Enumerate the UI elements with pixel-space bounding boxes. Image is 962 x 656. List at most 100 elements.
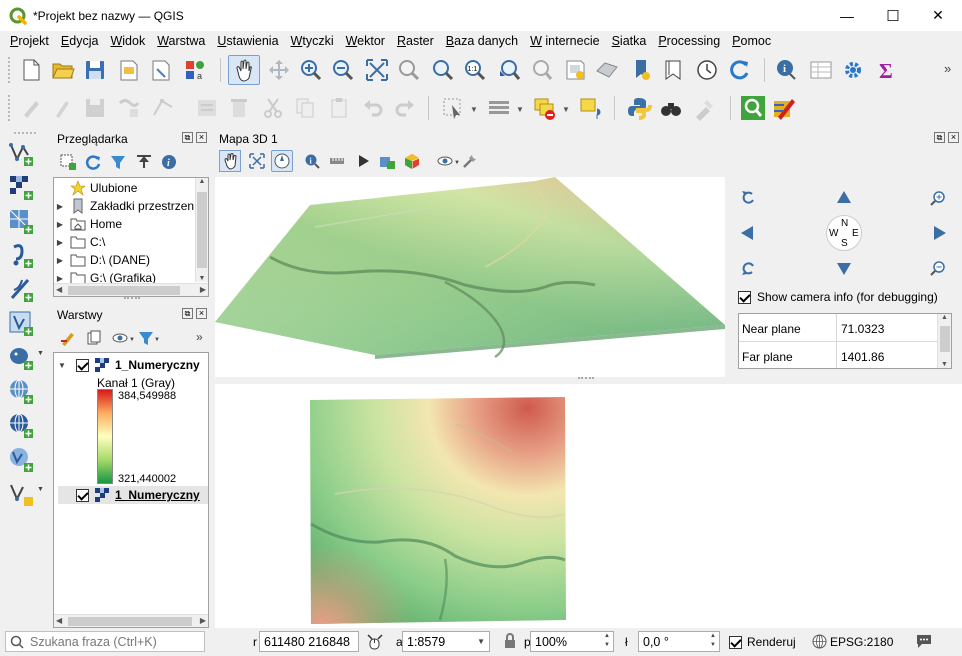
deselect-features-icon[interactable] xyxy=(532,95,558,121)
add-postgis-layer-icon[interactable] xyxy=(8,344,34,370)
browser-hscrollbar[interactable]: ◀ ▶ xyxy=(54,283,208,296)
menu-wektor[interactable]: Wektor xyxy=(340,34,391,48)
render-toggle[interactable]: Renderuj xyxy=(729,635,796,649)
add-wms-layer-icon[interactable] xyxy=(8,378,34,404)
camera-info-scrollbar[interactable]: ▲ ▼ xyxy=(937,314,951,368)
add-selected-layers-icon[interactable] xyxy=(60,154,76,170)
map-canvas[interactable] xyxy=(215,384,962,628)
show-camera-info-toggle[interactable]: Show camera info (for debugging) xyxy=(738,290,938,304)
save-as-image-icon[interactable] xyxy=(379,153,395,169)
zoom-in-icon[interactable] xyxy=(298,57,324,83)
identify-features-icon[interactable]: i xyxy=(774,57,800,83)
add-wcs-layer-icon[interactable] xyxy=(8,446,34,472)
zoom-last-icon[interactable] xyxy=(496,57,522,83)
open-layer-styling-icon[interactable] xyxy=(60,330,76,346)
properties-info-icon[interactable]: i xyxy=(161,154,177,170)
manage-map-themes-icon[interactable] xyxy=(112,330,128,346)
magnifier-spinbox[interactable]: 100% ▲ ▼ xyxy=(530,631,614,652)
menu-pomoc[interactable]: Pomoc xyxy=(726,34,777,48)
minimize-button[interactable]: — xyxy=(824,0,870,31)
menu-siatka[interactable]: Siatka xyxy=(606,34,653,48)
current-edits-icon[interactable] xyxy=(18,95,44,121)
delete-selected-icon[interactable] xyxy=(226,95,252,121)
copy-features-icon[interactable] xyxy=(292,95,318,121)
toolbar-overflow-icon[interactable]: » xyxy=(944,61,951,76)
zoom-to-selection-icon[interactable] xyxy=(396,57,422,83)
identify-3d-icon[interactable]: i xyxy=(304,153,320,169)
add-gpx-layer-icon[interactable] xyxy=(8,276,34,302)
browser-item-c-drive[interactable]: ▶ C:\ xyxy=(54,233,105,251)
zoom-in-3d-icon[interactable] xyxy=(930,190,946,206)
map3d-camera-control-tool[interactable] xyxy=(271,150,293,172)
map-themes-3d-icon[interactable] xyxy=(437,153,453,169)
layers-toolbar-overflow-icon[interactable]: » xyxy=(196,330,203,344)
zoom-full-3d-icon[interactable] xyxy=(249,153,265,169)
rotate-right-icon[interactable] xyxy=(740,260,756,276)
new-print-layout-icon[interactable] xyxy=(116,57,142,83)
open-project-icon[interactable] xyxy=(50,57,76,83)
new-spatial-bookmark-icon[interactable] xyxy=(562,57,588,83)
locator-search-icon[interactable] xyxy=(740,95,766,121)
browser-item-d-drive[interactable]: ▶ D:\ (DANE) xyxy=(54,251,150,269)
browser-vscrollbar[interactable]: ▲ ▼ xyxy=(195,178,208,282)
select-by-location-icon[interactable] xyxy=(578,95,604,121)
locator-search-input[interactable]: Szukana fraza (Ctrl+K) xyxy=(5,631,205,652)
zoom-full-icon[interactable] xyxy=(364,57,390,83)
add-vector-layer-icon[interactable] xyxy=(8,140,34,166)
zoom-next-icon[interactable] xyxy=(528,57,554,83)
plugin-tool-icon[interactable] xyxy=(692,95,718,121)
configure-3d-icon[interactable] xyxy=(462,153,478,169)
menu-wtyczki[interactable]: Wtyczki xyxy=(285,34,340,48)
browser-item-favorites[interactable]: Ulubione xyxy=(54,179,137,197)
filter-legend-icon[interactable] xyxy=(138,330,154,346)
rotation-spinbox[interactable]: 0,0 ° ▲ ▼ xyxy=(638,631,720,652)
new-map-view-icon[interactable] xyxy=(628,57,654,83)
zoom-native-resolution-icon[interactable]: 1:1 xyxy=(462,57,488,83)
close-button[interactable]: ✕ xyxy=(915,0,961,31)
toggle-editing-icon[interactable] xyxy=(50,95,76,121)
paste-features-icon[interactable] xyxy=(326,95,352,121)
menu-widok[interactable]: Widok xyxy=(104,34,151,48)
python-console-icon[interactable] xyxy=(626,95,652,121)
toggle-extents-mouse-icon[interactable] xyxy=(366,633,384,651)
render-checkbox[interactable] xyxy=(729,635,742,649)
layer-row-dem[interactable]: ▼ 1_Numeryczny xyxy=(58,356,200,374)
new-layer-icon[interactable] xyxy=(8,480,34,506)
map3d-pan-tool[interactable] xyxy=(219,150,241,172)
compass-rose[interactable]: N S W E xyxy=(826,215,862,251)
style-paint-icon[interactable] xyxy=(772,95,798,121)
new-project-icon[interactable] xyxy=(18,57,44,83)
add-mesh-layer-icon[interactable] xyxy=(8,208,34,234)
menu-baza-danych[interactable]: Baza danych xyxy=(440,34,524,48)
browser-item-home[interactable]: ▶ Home xyxy=(54,215,122,233)
add-wfs-layer-icon[interactable] xyxy=(8,412,34,438)
add-spatialite-layer-icon[interactable] xyxy=(8,310,34,336)
save-project-icon[interactable] xyxy=(82,57,108,83)
lock-scale-icon[interactable] xyxy=(503,633,517,649)
search-plugins-icon[interactable] xyxy=(658,95,684,121)
statistical-summary-icon[interactable]: Σ xyxy=(874,57,900,83)
menu-projekt[interactable]: Projekt xyxy=(4,34,55,48)
add-delimited-text-icon[interactable] xyxy=(8,242,34,268)
menu-edycja[interactable]: Edycja xyxy=(55,34,105,48)
menu-ustawienia[interactable]: Ustawienia xyxy=(211,34,284,48)
layers-close-button[interactable]: × xyxy=(196,308,207,319)
layers-hscrollbar[interactable]: ◀ ▶ xyxy=(54,614,208,627)
filter-browser-icon[interactable] xyxy=(110,154,126,170)
add-group-icon[interactable] xyxy=(86,330,102,346)
move-up-icon[interactable] xyxy=(836,190,852,204)
refresh-icon[interactable] xyxy=(726,57,752,83)
messages-icon[interactable] xyxy=(915,633,933,649)
pan-to-selection-icon[interactable] xyxy=(266,57,292,83)
layer-visibility-checkbox[interactable] xyxy=(76,488,89,502)
menu-warstwa[interactable]: Warstwa xyxy=(151,34,211,48)
map3d-canvas[interactable] xyxy=(215,177,725,377)
move-right-icon[interactable] xyxy=(933,225,947,241)
menu-raster[interactable]: Raster xyxy=(391,34,440,48)
temporal-controller-icon[interactable] xyxy=(694,57,720,83)
move-left-icon[interactable] xyxy=(740,225,754,241)
attribute-table-select-icon[interactable] xyxy=(486,95,512,121)
pan-map-tool[interactable] xyxy=(228,55,260,85)
open-attribute-table-icon[interactable] xyxy=(808,57,834,83)
collapse-all-icon[interactable] xyxy=(136,154,152,170)
